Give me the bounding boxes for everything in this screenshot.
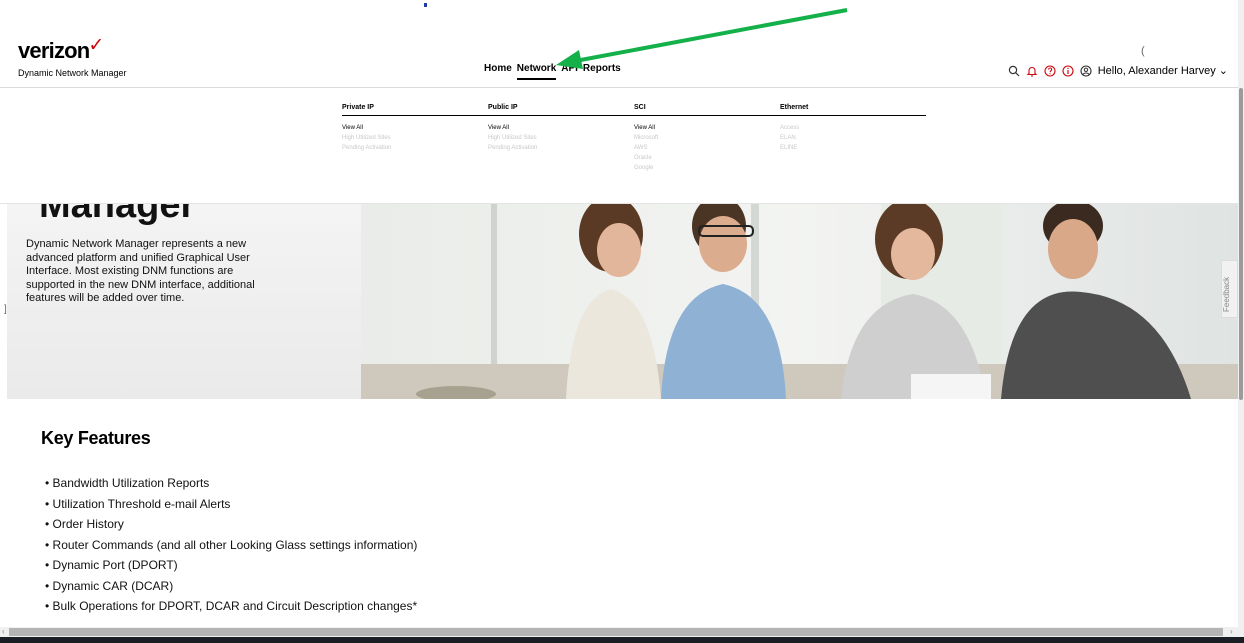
list-item: Order History bbox=[45, 514, 417, 535]
nav-home[interactable]: Home bbox=[484, 63, 512, 80]
menu-heading: SCI bbox=[634, 104, 780, 116]
list-item: Bulk Operations for DPORT, DCAR and Circ… bbox=[45, 596, 418, 617]
search-icon[interactable] bbox=[1008, 65, 1020, 77]
feedback-label: Feedback bbox=[1222, 276, 1231, 312]
menu-link[interactable]: Access bbox=[780, 125, 926, 131]
menu-link[interactable]: High Utilized Sites bbox=[342, 135, 488, 141]
menu-link[interactable]: View All bbox=[488, 125, 634, 131]
menu-link[interactable]: ELAN bbox=[780, 135, 926, 141]
list-item: Dynamic Port (DPORT) bbox=[45, 555, 417, 576]
menu-link[interactable]: ELINE bbox=[780, 145, 926, 151]
menu-link[interactable]: Pending Activation bbox=[342, 145, 488, 151]
user-icon[interactable] bbox=[1080, 64, 1092, 77]
main-nav: Home Network API Reports bbox=[484, 63, 621, 80]
nav-network[interactable]: Network bbox=[516, 63, 557, 80]
list-item: Utilization Threshold e-mail Alerts bbox=[45, 494, 417, 515]
hero-description: Dynamic Network Manager represents a new… bbox=[26, 238, 255, 304]
product-name: Dynamic Network Manager bbox=[18, 68, 127, 78]
collapsed-panel-handle[interactable]: ] bbox=[4, 304, 7, 315]
blue-marker bbox=[424, 3, 427, 7]
menu-link[interactable]: Microsoft bbox=[634, 135, 780, 141]
hero-photo-team-meeting bbox=[361, 204, 1238, 399]
header-actions: Hello, Alexander Harvey ⌄ bbox=[1008, 64, 1228, 77]
menu-col-ethernet: Ethernet Access ELAN ELINE bbox=[780, 104, 926, 151]
info-icon[interactable] bbox=[1062, 64, 1074, 77]
menu-heading: Private IP bbox=[342, 104, 488, 116]
nav-reports[interactable]: Reports bbox=[583, 63, 621, 80]
hero-banner: Manager Dynamic Network Manager represen… bbox=[7, 204, 1238, 399]
hero-text-panel: Manager Dynamic Network Manager represen… bbox=[7, 204, 361, 399]
menu-link[interactable]: High Utilized Sites bbox=[488, 135, 634, 141]
verizon-logo[interactable]: verizon✓ bbox=[18, 35, 105, 64]
brand-checkmark: ✓ bbox=[88, 35, 104, 56]
os-taskbar bbox=[0, 637, 1244, 643]
cursor-glyph: ( bbox=[1141, 45, 1145, 57]
user-greeting-menu[interactable]: Hello, Alexander Harvey ⌄ bbox=[1098, 64, 1228, 77]
nav-api[interactable]: API bbox=[561, 63, 578, 80]
top-header: verizon✓ Dynamic Network Manager Home Ne… bbox=[0, 0, 1244, 88]
menu-heading: Ethernet bbox=[780, 104, 926, 116]
bell-icon[interactable] bbox=[1026, 65, 1038, 77]
menu-link[interactable]: Pending Activation bbox=[488, 145, 634, 151]
menu-col-sci: SCI View All Microsoft AWS Oracle Google bbox=[634, 104, 780, 171]
network-mega-menu: Private IP View All High Utilized Sites … bbox=[0, 88, 1238, 204]
menu-link[interactable]: Oracle bbox=[634, 155, 780, 161]
list-item: Router Commands (and all other Looking G… bbox=[45, 535, 418, 556]
brand-name: verizon bbox=[18, 38, 90, 63]
vertical-scrollbar-thumb[interactable] bbox=[1239, 88, 1243, 400]
menu-heading: Public IP bbox=[488, 104, 634, 116]
greeting-text: Hello, Alexander Harvey bbox=[1097, 65, 1216, 77]
menu-col-public-ip: Public IP View All High Utilized Sites P… bbox=[488, 104, 634, 151]
key-features-title: Key Features bbox=[41, 428, 151, 448]
menu-link[interactable]: AWS bbox=[634, 145, 780, 151]
menu-link[interactable]: Google bbox=[634, 165, 780, 171]
menu-col-private-ip: Private IP View All High Utilized Sites … bbox=[342, 104, 488, 151]
menu-link[interactable]: View All bbox=[634, 125, 780, 131]
scroll-right-arrow-icon[interactable]: › bbox=[1230, 627, 1233, 636]
key-features-list: Bandwidth Utilization Reports Utilizatio… bbox=[45, 473, 418, 617]
chevron-down-icon: ⌄ bbox=[1218, 65, 1228, 77]
help-icon[interactable] bbox=[1044, 64, 1056, 77]
hero-title: Manager bbox=[39, 204, 196, 226]
scroll-left-arrow-icon[interactable]: ‹ bbox=[2, 627, 5, 636]
list-item: Dynamic CAR (DCAR) bbox=[45, 576, 417, 597]
list-item: Bandwidth Utilization Reports bbox=[45, 473, 417, 494]
horizontal-scrollbar-thumb[interactable] bbox=[9, 628, 1223, 636]
menu-link[interactable]: View All bbox=[342, 125, 488, 131]
